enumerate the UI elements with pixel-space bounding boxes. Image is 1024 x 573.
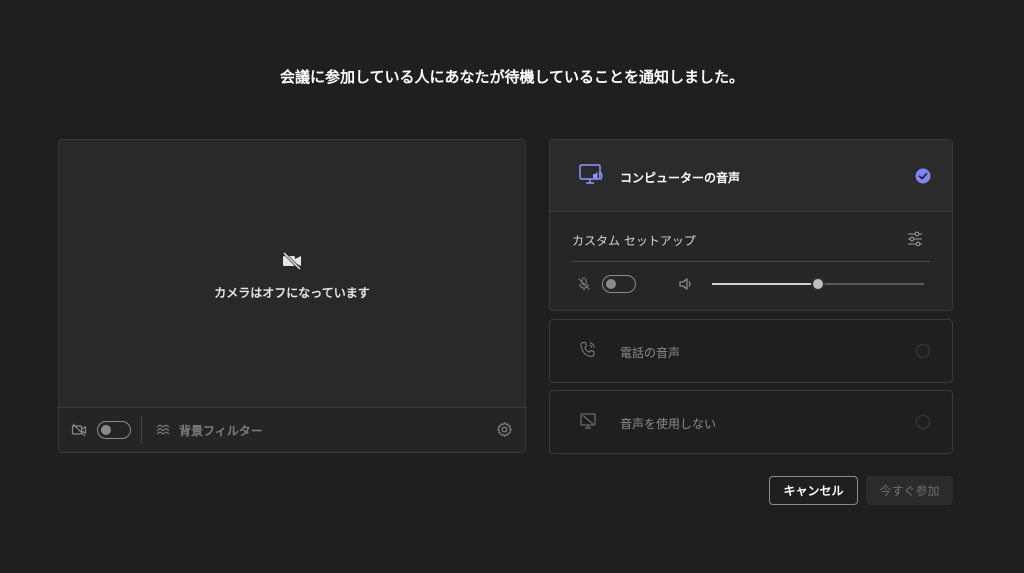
camera-toggle[interactable] [97, 421, 131, 439]
phone-audio-radio[interactable] [916, 344, 930, 358]
camera-off-text: カメラはオフになっています [214, 286, 370, 300]
phone-audio-option[interactable]: 電話の音声 [549, 319, 953, 383]
volume-slider-fill [712, 283, 818, 285]
no-audio-radio[interactable] [916, 415, 930, 429]
background-filter-icon [156, 424, 170, 435]
toggle-knob [606, 279, 616, 289]
computer-audio-panel: コンピューターの音声 カスタム セットアップ [549, 139, 953, 311]
computer-audio-icon [579, 164, 603, 184]
camera-off-small-icon [71, 423, 87, 437]
background-filter-button[interactable]: 背景フィルター [179, 422, 263, 439]
join-now-button[interactable]: 今すぐ参加 [866, 476, 953, 505]
custom-setup-divider [572, 261, 930, 262]
phone-audio-label: 電話の音声 [620, 346, 681, 360]
cancel-button[interactable]: キャンセル [769, 476, 858, 505]
speaker-icon [679, 278, 691, 290]
checkmark-icon [915, 168, 931, 184]
volume-slider-thumb[interactable] [811, 277, 825, 291]
computer-audio-option[interactable]: コンピューターの音声 [550, 140, 952, 212]
page-title: 会議に参加している人にあなたが待機していることを通知しました。 [279, 68, 745, 86]
video-preview: カメラはオフになっています 背景フィルター [58, 139, 526, 453]
computer-audio-label: コンピューターの音声 [620, 171, 741, 185]
phone-audio-icon [580, 341, 596, 358]
volume-slider[interactable] [712, 277, 924, 291]
custom-setup-label: カスタム セットアップ [572, 234, 696, 248]
camera-off-icon [282, 251, 302, 271]
camera-off-message: カメラはオフになっています [59, 250, 525, 301]
microphone-toggle[interactable] [602, 275, 636, 293]
microphone-off-icon [578, 277, 590, 291]
toolbar-divider [141, 416, 142, 444]
no-audio-label: 音声を使用しない [620, 417, 717, 431]
no-audio-option[interactable]: 音声を使用しない [549, 390, 953, 454]
toggle-knob [101, 425, 111, 435]
device-settings-icon[interactable] [906, 231, 924, 247]
video-toolbar: 背景フィルター [59, 407, 525, 452]
gear-icon[interactable] [496, 421, 513, 438]
no-audio-icon [580, 413, 596, 429]
